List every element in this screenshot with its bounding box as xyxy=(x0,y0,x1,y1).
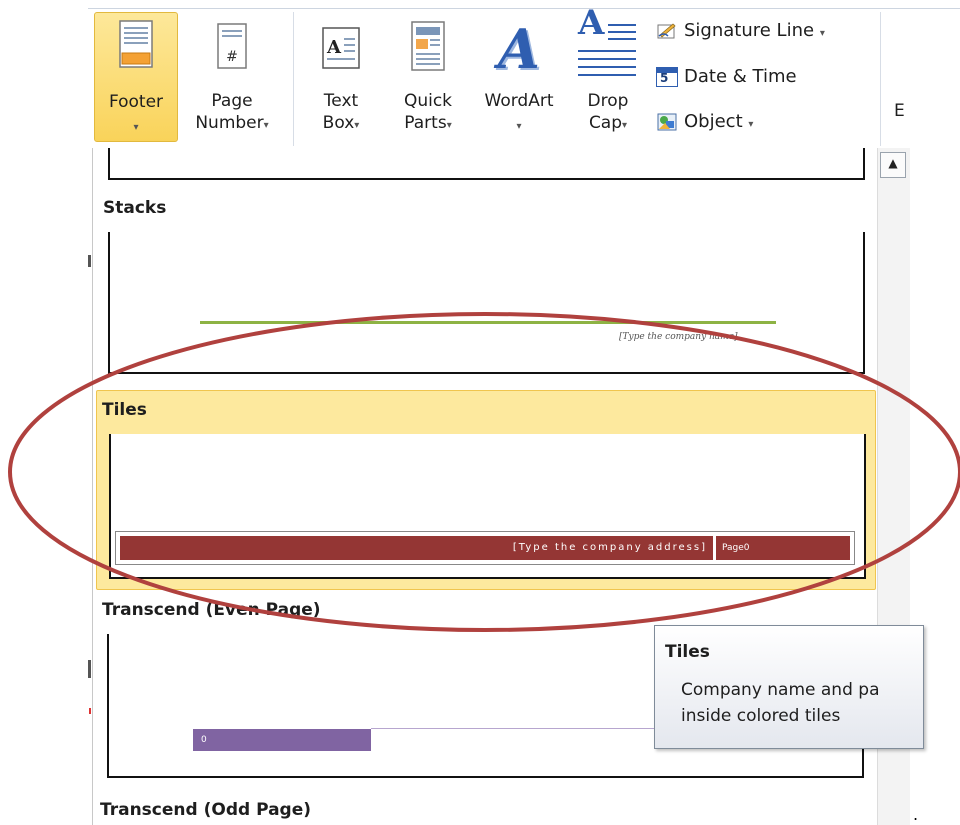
cut-off-ribbon-button[interactable]: E xyxy=(894,100,905,122)
gallery-item-previous[interactable] xyxy=(108,148,865,180)
object-icon xyxy=(657,113,677,131)
wordart-label: WordArt xyxy=(484,91,554,111)
object-label: Object xyxy=(684,111,743,132)
tiles-band: [Type the company address] Page0 xyxy=(115,531,855,565)
ribbon-group-separator-2 xyxy=(880,12,881,146)
tiles-title: Tiles xyxy=(102,400,147,420)
left-edge-mark xyxy=(88,660,91,678)
page-number-label-line2: Number▾ xyxy=(195,113,269,133)
text-box-label-line2: Box▾ xyxy=(322,113,360,133)
triangle-up-icon: ▲ xyxy=(888,156,898,170)
text-box-icon: A xyxy=(322,27,360,69)
tooltip-title: Tiles xyxy=(665,642,710,662)
tiles-address-tile: [Type the company address] xyxy=(120,536,713,560)
stray-dot: . xyxy=(913,805,919,824)
ribbon: Footer ▾ # Page Number▾ A Text Box▾ Quic… xyxy=(0,0,960,148)
quick-parts-label-line1: Quick xyxy=(403,91,453,111)
transcend-page-tile: 0 xyxy=(193,729,371,751)
stacks-rule xyxy=(200,321,776,324)
drop-cap-label-line1: Drop xyxy=(587,91,629,111)
svg-text:A: A xyxy=(326,37,342,58)
signature-line-dropdown-arrow: ▾ xyxy=(819,28,825,39)
object-button[interactable]: Object ▾ xyxy=(656,109,753,135)
calendar-icon: 5 xyxy=(656,67,678,87)
signature-icon xyxy=(657,23,676,39)
stacks-title: Stacks xyxy=(103,198,167,218)
date-time-label: Date & Time xyxy=(684,66,797,87)
ribbon-group-separator xyxy=(293,12,294,146)
gallery-item-stacks[interactable]: [Type the company name] xyxy=(108,232,865,374)
tooltip-description-line1: Company name and pa xyxy=(681,680,880,700)
signature-line-label: Signature Line xyxy=(684,20,815,41)
wordart-button[interactable]: A WordArt ▾ xyxy=(472,12,566,142)
scroll-up-button[interactable]: ▲ xyxy=(880,152,906,178)
gallery-item-tiles[interactable]: Tiles [Type the company address] Page0 xyxy=(96,390,876,590)
wordart-dropdown-arrow: ▾ xyxy=(516,121,522,132)
ribbon-top-border xyxy=(88,8,960,9)
tooltip-description-line2: inside colored tiles xyxy=(681,706,841,726)
svg-text:#: # xyxy=(226,49,238,65)
drop-cap-button[interactable]: A Drop Cap▾ xyxy=(570,6,646,142)
drop-cap-label-line2: Cap▾ xyxy=(588,113,628,133)
page-number-icon: # xyxy=(217,23,247,69)
page-number-label-line1: Page xyxy=(211,91,253,111)
text-box-label-line1: Text xyxy=(323,91,359,111)
transcend-odd-title: Transcend (Odd Page) xyxy=(100,800,312,820)
wordart-icon: A xyxy=(498,17,540,81)
left-edge-mark xyxy=(89,708,91,714)
drop-cap-icon: A xyxy=(576,6,640,80)
date-time-button[interactable]: 5 Date & Time xyxy=(656,64,797,90)
quick-parts-icon xyxy=(411,21,445,71)
quick-parts-button[interactable]: Quick Parts▾ xyxy=(389,12,467,142)
page-number-button[interactable]: # Page Number▾ xyxy=(182,12,282,142)
footer-icon xyxy=(119,20,153,68)
quick-parts-label-line2: Parts▾ xyxy=(404,113,452,133)
tiles-page-tile: Page0 xyxy=(716,536,850,560)
stacks-company-placeholder: [Type the company name] xyxy=(619,332,738,342)
tiles-thumbnail: [Type the company address] Page0 xyxy=(109,434,866,579)
signature-line-button[interactable]: Signature Line ▾ xyxy=(656,18,825,44)
transcend-even-title: Transcend (Even Page) xyxy=(102,600,321,620)
tooltip: Tiles Company name and pa inside colored… xyxy=(654,625,924,749)
footer-dropdown-arrow: ▾ xyxy=(133,122,139,133)
text-box-button[interactable]: A Text Box▾ xyxy=(303,12,379,142)
footer-label: Footer xyxy=(108,92,164,112)
footer-button[interactable]: Footer ▾ xyxy=(94,12,178,142)
left-edge-mark xyxy=(88,255,91,267)
object-dropdown-arrow: ▾ xyxy=(748,119,754,130)
